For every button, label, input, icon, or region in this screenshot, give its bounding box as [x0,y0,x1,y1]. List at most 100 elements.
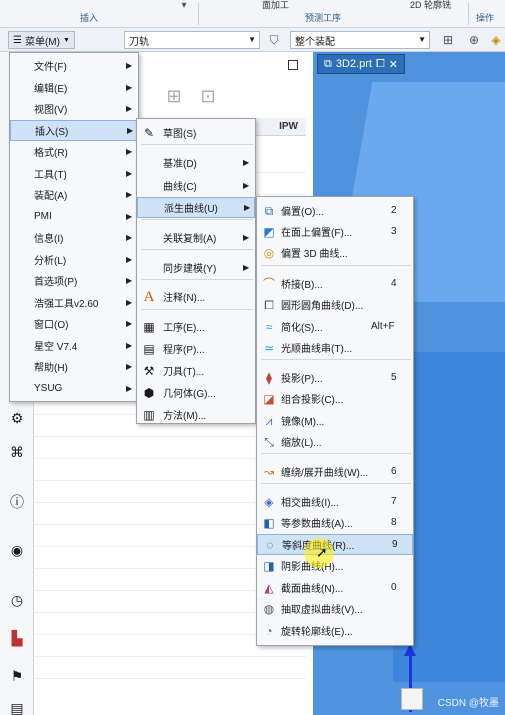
chevron-right-icon: ▶ [126,233,133,242]
assembly-scope-combo[interactable]: 整个装配 ▼ [290,31,430,49]
derived-curve-menu-item[interactable]: ≃ 光顺曲线串(T)... [257,337,413,358]
menu-button[interactable]: ☰ 菜单(M) ▼ [8,31,75,49]
selection-tools-icon[interactable]: ⊞ [440,32,456,48]
main-menu-item[interactable]: 窗口(O) ▶ [10,313,138,334]
insert-menu-item[interactable]: 派生曲线(U) ▶ [137,197,255,218]
insert-menu-item[interactable]: ▥ 方法(M)... [137,404,255,425]
main-menu-item-label: 装配(A) [34,191,68,202]
geometry-icon: ⬢ [143,385,155,400]
derived-curve-menu-item[interactable]: ◌等斜度曲线(R)...9 [257,534,413,555]
dropdown-icon[interactable]: ▾ [176,0,192,14]
chevron-right-icon: ▶ [244,203,251,212]
role-icon[interactable]: ⚑ [7,666,27,686]
insert-menu-item[interactable]: ⬢ 几何体(G)... [137,382,255,403]
main-menu-item[interactable]: 星空 V7.4 ▶ [10,335,138,356]
main-menu-item-label: 帮助(H) [34,363,68,374]
derived-curve-menu-item[interactable]: ◨ 阴影曲线(H)... [257,555,413,576]
maximize-icon[interactable] [288,60,298,70]
main-menu-item[interactable]: 编辑(E) ▶ [10,77,138,98]
main-menu-item[interactable]: 信息(I) ▶ [10,227,138,248]
main-menu-item[interactable]: 浩强工具v2.60 ▶ [10,292,138,313]
main-menu-item[interactable]: 装配(A) ▶ [10,184,138,205]
derived-curve-menu-item[interactable]: ◔ 旋转轮廓线(E)... [257,620,413,641]
main-menu-item-label: 编辑(E) [34,83,68,95]
toolbar: ☰ 菜单(M) ▼ 刀轨 ▼ ⛉ 整个装配 ▼ ⊞ ⊕ ◈ [0,28,505,52]
chevron-right-icon: ▶ [126,61,133,70]
part-icon[interactable]: ◈ [488,32,504,48]
derived-curve-menu-item[interactable]: ≈ 简化(S)... Alt+F [257,316,413,337]
derived-curve-menu-item[interactable]: ◎ 偏置 3D 曲线... [257,242,413,263]
main-menu-item[interactable]: PMI ▶ [10,206,138,227]
chevron-right-icon: ▶ [243,181,250,190]
tab-3d2-prt[interactable]: ⧉ 3D2.prt ⧠ ✕ [317,54,405,74]
derived-curve-menu-item[interactable]: ⧫ 投影(P)... 5 [257,367,413,388]
shortcut-label: 6 [391,466,397,477]
insert-menu-item-label: 曲线(C) [163,182,197,193]
main-menu-item[interactable]: 工具(T) ▶ [10,163,138,184]
ribbon-item-face-milling[interactable]: 面加工 [262,0,289,26]
main-menu-item[interactable]: 文件(F) ▶ [10,55,138,76]
derived-curve-menu-item[interactable]: ⌒ 桥接(B)... 4 [257,273,413,294]
history-icon[interactable]: ◷ [7,590,27,610]
main-menu-item[interactable]: 帮助(H) ▶ [10,356,138,377]
close-icon[interactable]: ✕ [389,58,398,71]
smooth-curve-string-icon: ≃ [263,340,275,355]
selection-filter-combo[interactable]: 刀轨 ▼ [124,31,260,49]
web-browser-icon[interactable]: ◉ [7,540,27,560]
tab-label: 3D2.prt [335,58,372,70]
shortcut-label: 5 [391,372,397,383]
main-menu-item[interactable]: 视图(V) ▶ [10,98,138,119]
insert-menu-item[interactable]: 基准(D) ▶ [137,152,255,173]
insert-menu-item[interactable]: A 注释(N)... [137,286,255,307]
main-menu-item[interactable]: 首选项(P) ▶ [10,270,138,291]
pin-icon[interactable]: ⧠ [376,58,385,71]
shortcut-label: 0 [391,582,397,593]
derived-curve-menu-item[interactable]: ⧠ 圆形圆角曲线(D)... [257,294,413,315]
derived-curve-menu-item[interactable]: ⧉ 偏置(O)... 2 [257,200,413,221]
main-menu-item[interactable]: 分析(L) ▶ [10,249,138,270]
derived-curve-menu-item[interactable]: ◭ 截面曲线(N)... 0 [257,577,413,598]
main-menu-item[interactable]: YSUG ▶ [10,378,138,399]
derived-curve-menu-item[interactable]: ◩ 在面上偏置(F)... 3 [257,221,413,242]
filter-icon[interactable]: ⛉ [266,32,282,48]
derived-curve-menu-item-label: 圆形圆角曲线(D)... [281,301,364,312]
part-navigator-icon[interactable]: ⌘ [7,442,27,462]
snap-icon[interactable]: ⊕ [466,32,482,48]
derived-curve-menu-item[interactable]: ◪ 组合投影(C)... [257,388,413,409]
derived-curve-menu-item[interactable]: ⩘ 镜像(M)... [257,410,413,431]
palette-icon[interactable]: ▙ [7,628,27,648]
derived-curve-menu-item[interactable]: ⤡ 缩放(L)... [257,431,413,452]
column-ipw[interactable]: IPW [279,121,298,132]
insert-menu-item[interactable]: 关联复制(A) ▶ [137,227,255,248]
chevron-down-icon: ▼ [418,35,426,44]
bridge-curve-icon: ⌒ [262,276,275,291]
insert-menu-item[interactable]: ⚒ 刀具(T)... [137,360,255,381]
insert-menu-item[interactable]: ▤ 程序(P)... [137,338,255,359]
derived-curve-menu-item[interactable]: ◍ 抽取虚拟曲线(V)... [257,598,413,619]
derived-curve-menu-item[interactable]: ◈ 相交曲线(I)... 7 [257,491,413,512]
main-menu-item-label: YSUG [34,382,63,394]
main-menu-item[interactable]: 格式(R) ▶ [10,141,138,162]
chevron-right-icon: ▶ [126,82,133,92]
create-program-icon[interactable]: ⊞ [166,87,182,105]
derived-curve-menu-item-label: 旋转轮廓线(E)... [281,627,353,638]
info-icon[interactable]: ⓘ [7,492,27,512]
insert-menu-item[interactable]: 同步建模(Y) ▶ [137,257,255,278]
insert-menu-item-label: 同步建模(Y) [163,264,217,275]
menu-separator [261,453,411,454]
main-menu-item[interactable]: 插入(S) ▶ [10,119,138,141]
system-materials-icon[interactable]: ▤ [7,698,27,715]
derived-curve-menu-item[interactable]: ◧ 等参数曲线(A)... 8 [257,512,413,533]
shortcut-label: 9 [392,539,398,550]
isocline-curve-icon: ◌ [266,537,274,552]
insert-menu-item[interactable]: ▦ 工序(E)... [137,316,255,337]
insert-menu-item[interactable]: ✎ 草图(S) [137,122,255,143]
insert-menu-item[interactable]: 曲线(C) ▶ [137,175,255,196]
annotation-icon: A [143,288,155,305]
main-menu-item-label: 星空 V7.4 [34,341,78,353]
view-triad-cube[interactable] [401,688,423,710]
machine-tool-icon[interactable]: ⚙ [7,408,27,428]
derived-curve-menu-item[interactable]: ↝ 缠绕/展开曲线(W)... 6 [257,461,413,482]
create-tool-icon[interactable]: ⊡ [200,87,216,105]
ribbon-item-2d-contour[interactable]: 2D 轮廓铣 [410,0,451,26]
